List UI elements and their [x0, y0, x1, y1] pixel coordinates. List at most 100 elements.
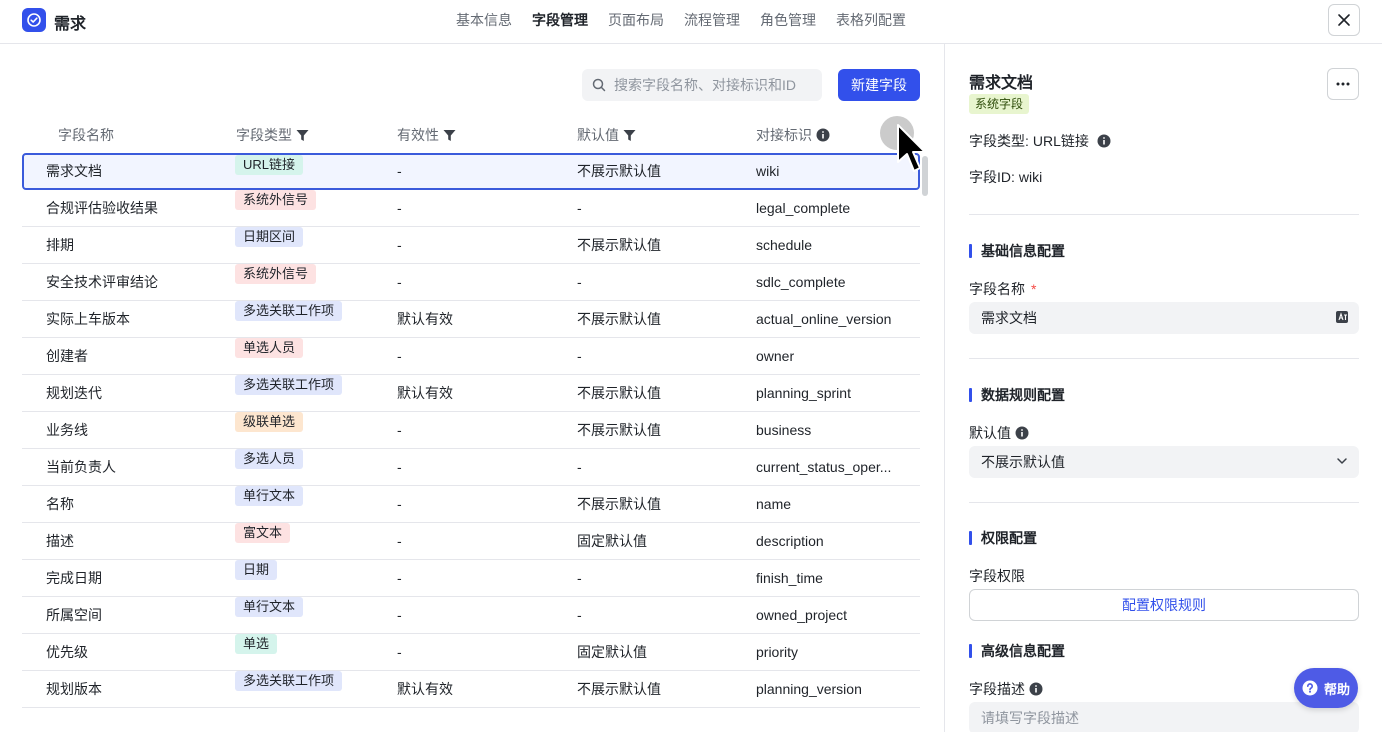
field-type-cell: 日期 — [235, 560, 385, 580]
info-icon[interactable] — [1029, 682, 1043, 696]
validity-cell: - — [397, 533, 402, 549]
default-cell: 不展示默认值 — [577, 163, 661, 179]
field-name-cell: 排期 — [46, 237, 74, 253]
section-adv-title: 高级信息配置 — [969, 641, 1065, 661]
tab-2[interactable]: 页面布局 — [598, 0, 674, 44]
perm-label: 字段权限 — [969, 568, 1025, 584]
field-type-label: 字段类型: — [969, 133, 1029, 149]
help-icon — [1302, 680, 1318, 696]
header-name: 字段名称 — [58, 127, 114, 143]
config-permission-button[interactable]: 配置权限规则 — [969, 589, 1359, 621]
tab-0[interactable]: 基本信息 — [446, 0, 522, 44]
more-button[interactable] — [1327, 68, 1359, 100]
field-type-tag: 日期区间 — [235, 227, 304, 247]
field-id-line: 字段ID: wiki — [969, 167, 1042, 187]
field-type-cell: URL链接 — [235, 155, 385, 175]
new-field-button[interactable]: 新建字段 — [838, 69, 920, 101]
field-type-cell: 系统外信号 — [235, 190, 385, 210]
key-cell: schedule — [756, 237, 813, 253]
table-row[interactable]: 实际上车版本 多选关联工作项默认有效 不展示默认值 actual_online_ver… — [22, 301, 920, 338]
field-type-line: 字段类型: URL链接 — [969, 131, 1111, 151]
info-icon[interactable] — [1097, 134, 1111, 148]
default-cell: 不展示默认值 — [577, 422, 661, 438]
table-row[interactable]: 优先级 单选 - 固定默认值 priority — [22, 634, 920, 671]
field-name-cell: 描述 — [46, 533, 74, 549]
divider — [969, 502, 1359, 503]
field-type-tag: 富文本 — [235, 523, 291, 543]
default-cell: 不展示默认值 — [577, 237, 661, 253]
validity-cell: - — [397, 607, 402, 623]
key-cell: name — [756, 496, 792, 512]
tab-4[interactable]: 角色管理 — [750, 0, 826, 44]
header-default: 默认值 — [577, 125, 636, 145]
field-name-cell: 实际上车版本 — [46, 311, 130, 327]
info-icon[interactable] — [816, 128, 830, 142]
app-logo-icon — [22, 8, 46, 32]
description-input[interactable]: 请填写字段描述 — [969, 702, 1359, 732]
table-row[interactable]: 需求文档 URL链接 - 不展示默认值 wiki — [22, 153, 920, 190]
field-type-cell: 单行文本 — [235, 597, 385, 617]
table-row[interactable]: 描述 富文本 - 固定默认值 description — [22, 523, 920, 560]
table-row[interactable]: 排期 日期区间 - 不展示默认值 schedule — [22, 227, 920, 264]
default-cell: 不展示默认值 — [577, 311, 661, 327]
field-type-tag: 单选人员 — [235, 338, 304, 358]
table-row[interactable]: 当前负责人 多选人员 - - current_status_oper... — [22, 449, 920, 486]
table-row[interactable]: 完成日期 日期 - - finish_time — [22, 560, 920, 597]
default-value-select[interactable]: 不展示默认值 — [969, 446, 1359, 478]
key-cell: business — [756, 422, 812, 438]
search-box[interactable] — [582, 69, 822, 101]
table-row[interactable]: 所属空间 单行文本 - - owned_project — [22, 597, 920, 634]
close-button[interactable] — [1328, 4, 1360, 36]
validity-cell: - — [397, 644, 402, 660]
validity-cell: - — [397, 274, 402, 290]
field-type-value: URL链接 — [1032, 133, 1089, 149]
field-name-input[interactable]: 需求文档 — [969, 302, 1359, 334]
default-cell: - — [577, 459, 582, 475]
field-type-cell: 单选 — [235, 634, 385, 654]
field-type-cell: 多选关联工作项 — [235, 375, 385, 395]
validity-cell: - — [397, 163, 402, 179]
table-row[interactable]: 名称 单行文本 - 不展示默认值 name — [22, 486, 920, 523]
table-row[interactable]: 规划迭代 多选关联工作项 默认有效 不展示默认值 planning_sprint — [22, 375, 920, 412]
divider — [969, 214, 1359, 215]
desc-label: 字段描述 — [969, 679, 1043, 699]
tab-1[interactable]: 字段管理 — [522, 0, 598, 44]
mouse-cursor-icon — [897, 124, 926, 172]
validity-cell: - — [397, 570, 402, 586]
field-detail-panel: 需求文档 系统字段 字段类型: URL链接 字段ID: wiki 基础信息配置 … — [945, 44, 1382, 732]
table-row[interactable]: 安全技术评审结论 系统外信号 - - sdlc_complete — [22, 264, 920, 301]
help-button[interactable]: 帮助 — [1294, 668, 1358, 708]
key-cell: planning_sprint — [756, 385, 851, 401]
table-row[interactable]: 合规评估验收结果 系统外信号 - - legal_complete — [22, 190, 920, 227]
translate-icon[interactable] — [1335, 310, 1349, 324]
field-type-cell: 级联单选 — [235, 412, 385, 432]
name-label: 字段名称 * — [969, 281, 1037, 297]
field-type-cell: 多选人员 — [235, 449, 385, 469]
filter-icon[interactable] — [623, 129, 636, 142]
table-row[interactable]: 规划版本 多选关联工作项 默认有效 不展示默认值 planning_version — [22, 671, 920, 708]
key-cell: priority — [756, 644, 799, 660]
default-cell: - — [577, 200, 582, 216]
header-type: 字段类型 — [236, 125, 309, 145]
search-input[interactable] — [614, 77, 814, 93]
key-cell: owner — [756, 348, 795, 364]
field-type-tag: 多选关联工作项 — [235, 301, 343, 321]
field-list-panel: 新建字段 字段名称 字段类型 有效性 默认值 对接标识 需求文档 URL链接 - 不展… — [0, 44, 945, 732]
default-cell: - — [577, 607, 582, 623]
tab-5[interactable]: 表格列配置 — [826, 0, 916, 44]
field-name-cell: 需求文档 — [46, 163, 102, 179]
table-row[interactable]: 业务线 级联单选 - 不展示默认值 business — [22, 412, 920, 449]
field-name-cell: 业务线 — [46, 422, 88, 438]
key-cell: actual_online_version — [756, 311, 892, 327]
field-type-tag: 单行文本 — [235, 597, 304, 617]
table-row[interactable]: 创建者 单选人员 - - owner — [22, 338, 920, 375]
validity-cell: 默认有效 — [397, 311, 453, 327]
default-cell: 不展示默认值 — [577, 496, 661, 512]
filter-icon[interactable] — [296, 129, 309, 142]
field-type-cell: 日期区间 — [235, 227, 385, 247]
info-icon[interactable] — [1015, 426, 1029, 440]
tab-3[interactable]: 流程管理 — [674, 0, 750, 44]
field-type-tag: 单选 — [235, 634, 278, 654]
filter-icon[interactable] — [443, 129, 456, 142]
field-type-tag: 级联单选 — [235, 412, 304, 432]
